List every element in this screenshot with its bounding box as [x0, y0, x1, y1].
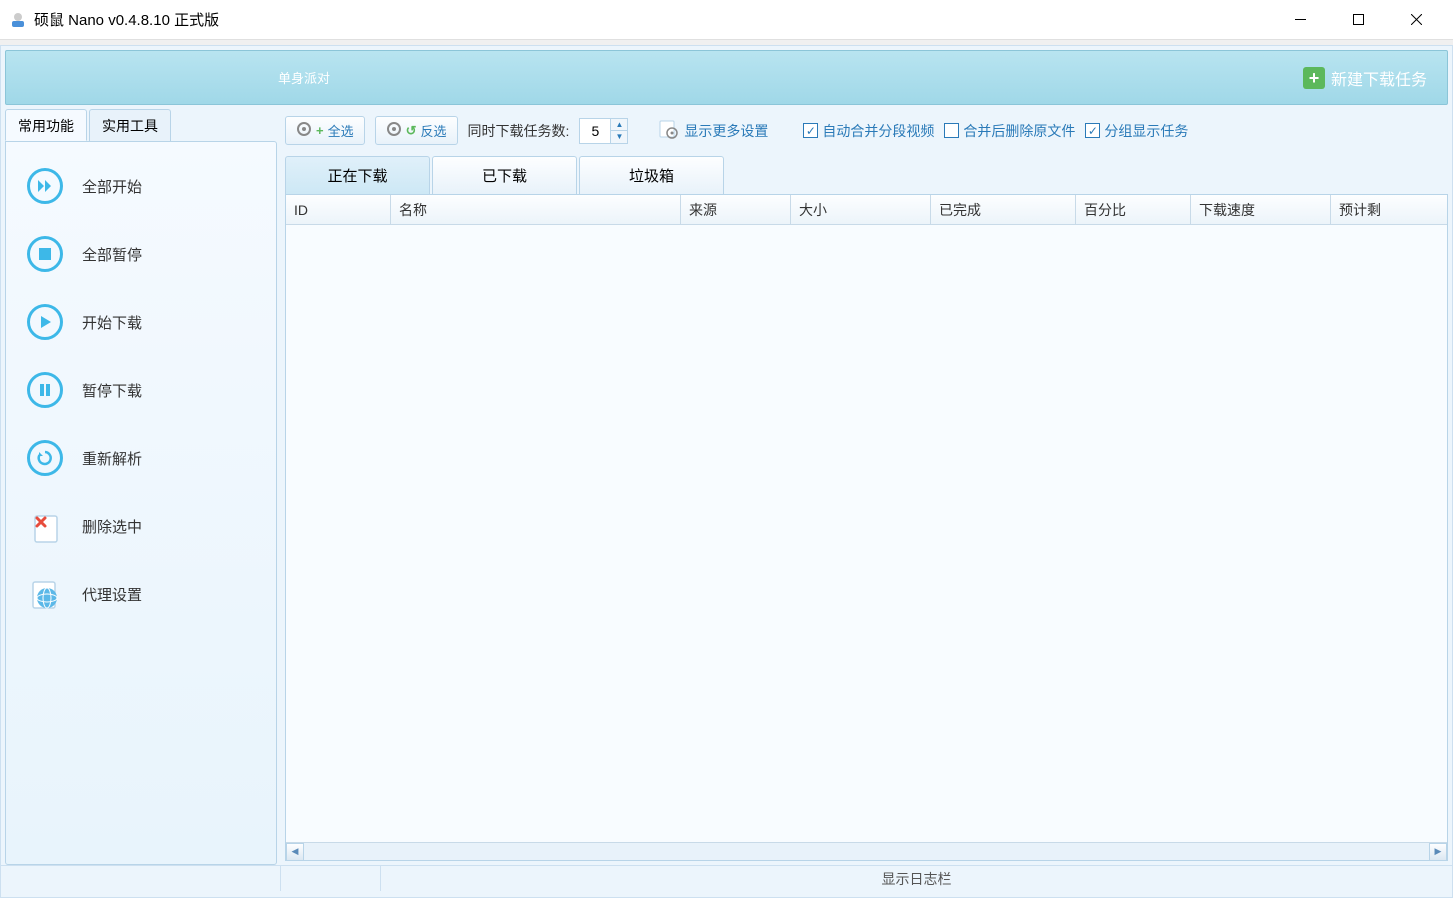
- sidebar-item-label: 暂停下载: [82, 380, 142, 401]
- promo-text: 单身派对: [278, 68, 330, 87]
- checkbox-auto-merge[interactable]: ✓ 自动合并分段视频: [803, 121, 934, 141]
- invert-selection-button[interactable]: ↺ 反选: [375, 116, 458, 145]
- sidebar-item-proxy-settings[interactable]: 代理设置: [6, 560, 276, 628]
- table-body: [286, 225, 1447, 842]
- col-completed[interactable]: 已完成: [931, 195, 1076, 224]
- col-source[interactable]: 来源: [681, 195, 791, 224]
- select-all-button[interactable]: + 全选: [285, 116, 365, 145]
- scroll-right-button[interactable]: ▶: [1429, 843, 1447, 861]
- show-log-button[interactable]: 显示日志栏: [381, 866, 1452, 892]
- gear-icon: [296, 121, 312, 140]
- download-table: ID 名称 来源 大小 已完成 百分比 下载速度 预计剩 ◀ ▶: [285, 194, 1448, 861]
- globe-icon: [26, 575, 64, 613]
- col-percent[interactable]: 百分比: [1076, 195, 1191, 224]
- new-task-button[interactable]: + 新建下载任务: [1295, 62, 1435, 94]
- checkbox-group-display[interactable]: ✓ 分组显示任务: [1085, 121, 1188, 141]
- swap-mini-icon: ↺: [406, 123, 417, 139]
- refresh-icon: [26, 439, 64, 477]
- statusbar-cell-mid: [281, 866, 381, 891]
- spinner-up[interactable]: ▲: [611, 119, 627, 131]
- col-eta[interactable]: 预计剩: [1331, 195, 1447, 224]
- minimize-button[interactable]: [1271, 2, 1329, 38]
- statusbar: 显示日志栏: [1, 865, 1452, 891]
- select-all-label: 全选: [328, 121, 354, 140]
- close-button[interactable]: [1387, 2, 1445, 38]
- more-settings-button[interactable]: 显示更多设置: [648, 115, 778, 146]
- pause-icon: [26, 371, 64, 409]
- new-task-label: 新建下载任务: [1331, 66, 1427, 90]
- checkbox-icon: ✓: [1085, 123, 1100, 138]
- scroll-track[interactable]: [304, 843, 1429, 861]
- plus-icon: +: [1303, 67, 1325, 89]
- toolbar: + 全选 ↺ 反选 同时下载任务数: ▲ ▼: [281, 109, 1448, 152]
- sidebar-item-label: 删除选中: [82, 516, 142, 537]
- forward-icon: [26, 167, 64, 205]
- sidebar-item-pause-all[interactable]: 全部暂停: [6, 220, 276, 288]
- sidebar-item-label: 代理设置: [82, 584, 142, 605]
- col-name[interactable]: 名称: [391, 195, 681, 224]
- more-settings-label: 显示更多设置: [684, 121, 768, 141]
- sidebar-tab-common[interactable]: 常用功能: [5, 109, 87, 141]
- main-area: + 全选 ↺ 反选 同时下载任务数: ▲ ▼: [281, 109, 1452, 865]
- maximize-button[interactable]: [1329, 2, 1387, 38]
- titlebar: 硕鼠 Nano v0.4.8.10 正式版: [0, 0, 1453, 40]
- sidebar-item-reparse[interactable]: 重新解析: [6, 424, 276, 492]
- sidebar-item-label: 开始下载: [82, 312, 142, 333]
- checkbox-delete-after-merge[interactable]: 合并后删除原文件: [944, 121, 1075, 141]
- sidebar-tabs: 常用功能 实用工具: [5, 109, 277, 141]
- app-icon: [8, 10, 28, 30]
- sidebar-item-delete-selected[interactable]: 删除选中: [6, 492, 276, 560]
- checkbox-icon: [944, 123, 959, 138]
- col-size[interactable]: 大小: [791, 195, 931, 224]
- play-icon: [26, 303, 64, 341]
- horizontal-scrollbar[interactable]: ◀ ▶: [286, 842, 1447, 860]
- plus-mini-icon: +: [316, 123, 324, 138]
- sidebar-item-start-download[interactable]: 开始下载: [6, 288, 276, 356]
- checkbox-icon: ✓: [803, 123, 818, 138]
- table-header: ID 名称 来源 大小 已完成 百分比 下载速度 预计剩: [286, 195, 1447, 225]
- window-controls: [1271, 2, 1445, 38]
- sidebar: 常用功能 实用工具 全部开始 全部暂停: [1, 109, 281, 865]
- tab-downloaded[interactable]: 已下载: [432, 156, 577, 194]
- col-id[interactable]: ID: [286, 195, 391, 224]
- scroll-left-button[interactable]: ◀: [286, 843, 304, 861]
- concurrent-input[interactable]: [580, 123, 610, 139]
- gear-icon: [386, 121, 402, 140]
- settings-page-icon: [658, 119, 678, 142]
- spinner-down[interactable]: ▼: [611, 131, 627, 143]
- checkbox-label: 合并后删除原文件: [963, 121, 1075, 141]
- stop-icon: [26, 235, 64, 273]
- sidebar-item-label: 全部暂停: [82, 244, 142, 265]
- sidebar-item-pause-download[interactable]: 暂停下载: [6, 356, 276, 424]
- sidebar-content: 全部开始 全部暂停 开始下载: [5, 141, 277, 865]
- body-area: 常用功能 实用工具 全部开始 全部暂停: [1, 109, 1452, 865]
- concurrent-spinner[interactable]: ▲ ▼: [579, 118, 628, 144]
- sidebar-item-label: 全部开始: [82, 176, 142, 197]
- invert-selection-label: 反选: [421, 121, 447, 140]
- delete-icon: [26, 507, 64, 545]
- sidebar-item-label: 重新解析: [82, 448, 142, 469]
- sidebar-tab-tools[interactable]: 实用工具: [89, 109, 171, 141]
- col-speed[interactable]: 下载速度: [1191, 195, 1331, 224]
- content-tabs: 正在下载 已下载 垃圾箱: [281, 156, 1448, 194]
- tab-downloading[interactable]: 正在下载: [285, 156, 430, 194]
- tab-trash[interactable]: 垃圾箱: [579, 156, 724, 194]
- topbar: 单身派对 + 新建下载任务: [5, 50, 1448, 105]
- checkbox-label: 自动合并分段视频: [822, 121, 934, 141]
- app-window: 单身派对 + 新建下载任务 常用功能 实用工具 全部开始: [0, 45, 1453, 898]
- window-title: 硕鼠 Nano v0.4.8.10 正式版: [34, 9, 1271, 30]
- concurrent-label: 同时下载任务数:: [468, 121, 570, 141]
- checkbox-label: 分组显示任务: [1104, 121, 1188, 141]
- sidebar-item-start-all[interactable]: 全部开始: [6, 152, 276, 220]
- statusbar-cell-left: [1, 866, 281, 891]
